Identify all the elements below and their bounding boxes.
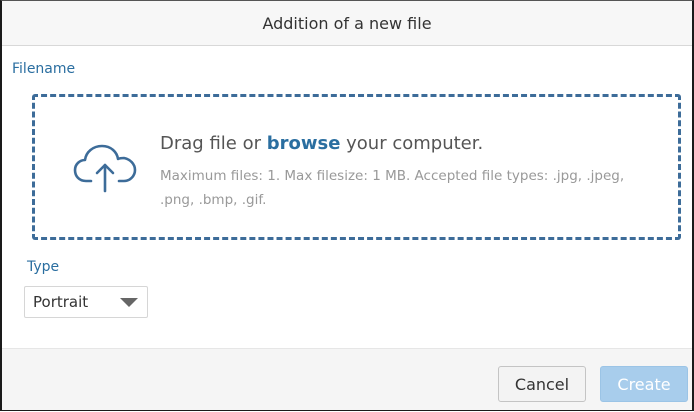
cancel-button[interactable]: Cancel — [498, 366, 586, 402]
type-select[interactable]: Portrait — [24, 286, 148, 318]
filename-label: Filename — [12, 61, 76, 77]
cloud-upload-icon — [73, 144, 137, 193]
create-button[interactable]: Create — [600, 366, 688, 402]
dialog-footer: Cancel Create — [2, 348, 692, 410]
file-dropzone[interactable]: Drag file or browse your computer. Maxim… — [32, 94, 681, 240]
browse-link[interactable]: browse — [267, 133, 341, 154]
dropzone-prefix: Drag file or — [160, 133, 267, 154]
type-label: Type — [27, 259, 60, 275]
dropzone-hint: Maximum files: 1. Max filesize: 1 MB. Ac… — [160, 168, 625, 208]
new-file-dialog: Addition of a new file Filename Drag fil… — [0, 0, 694, 411]
dropzone-suffix: your computer. — [340, 133, 484, 154]
chevron-down-icon — [120, 298, 138, 307]
type-select-value: Portrait — [33, 293, 89, 311]
dialog-title: Addition of a new file — [2, 1, 692, 46]
dropzone-instructions: Drag file or browse your computer. — [160, 133, 483, 154]
